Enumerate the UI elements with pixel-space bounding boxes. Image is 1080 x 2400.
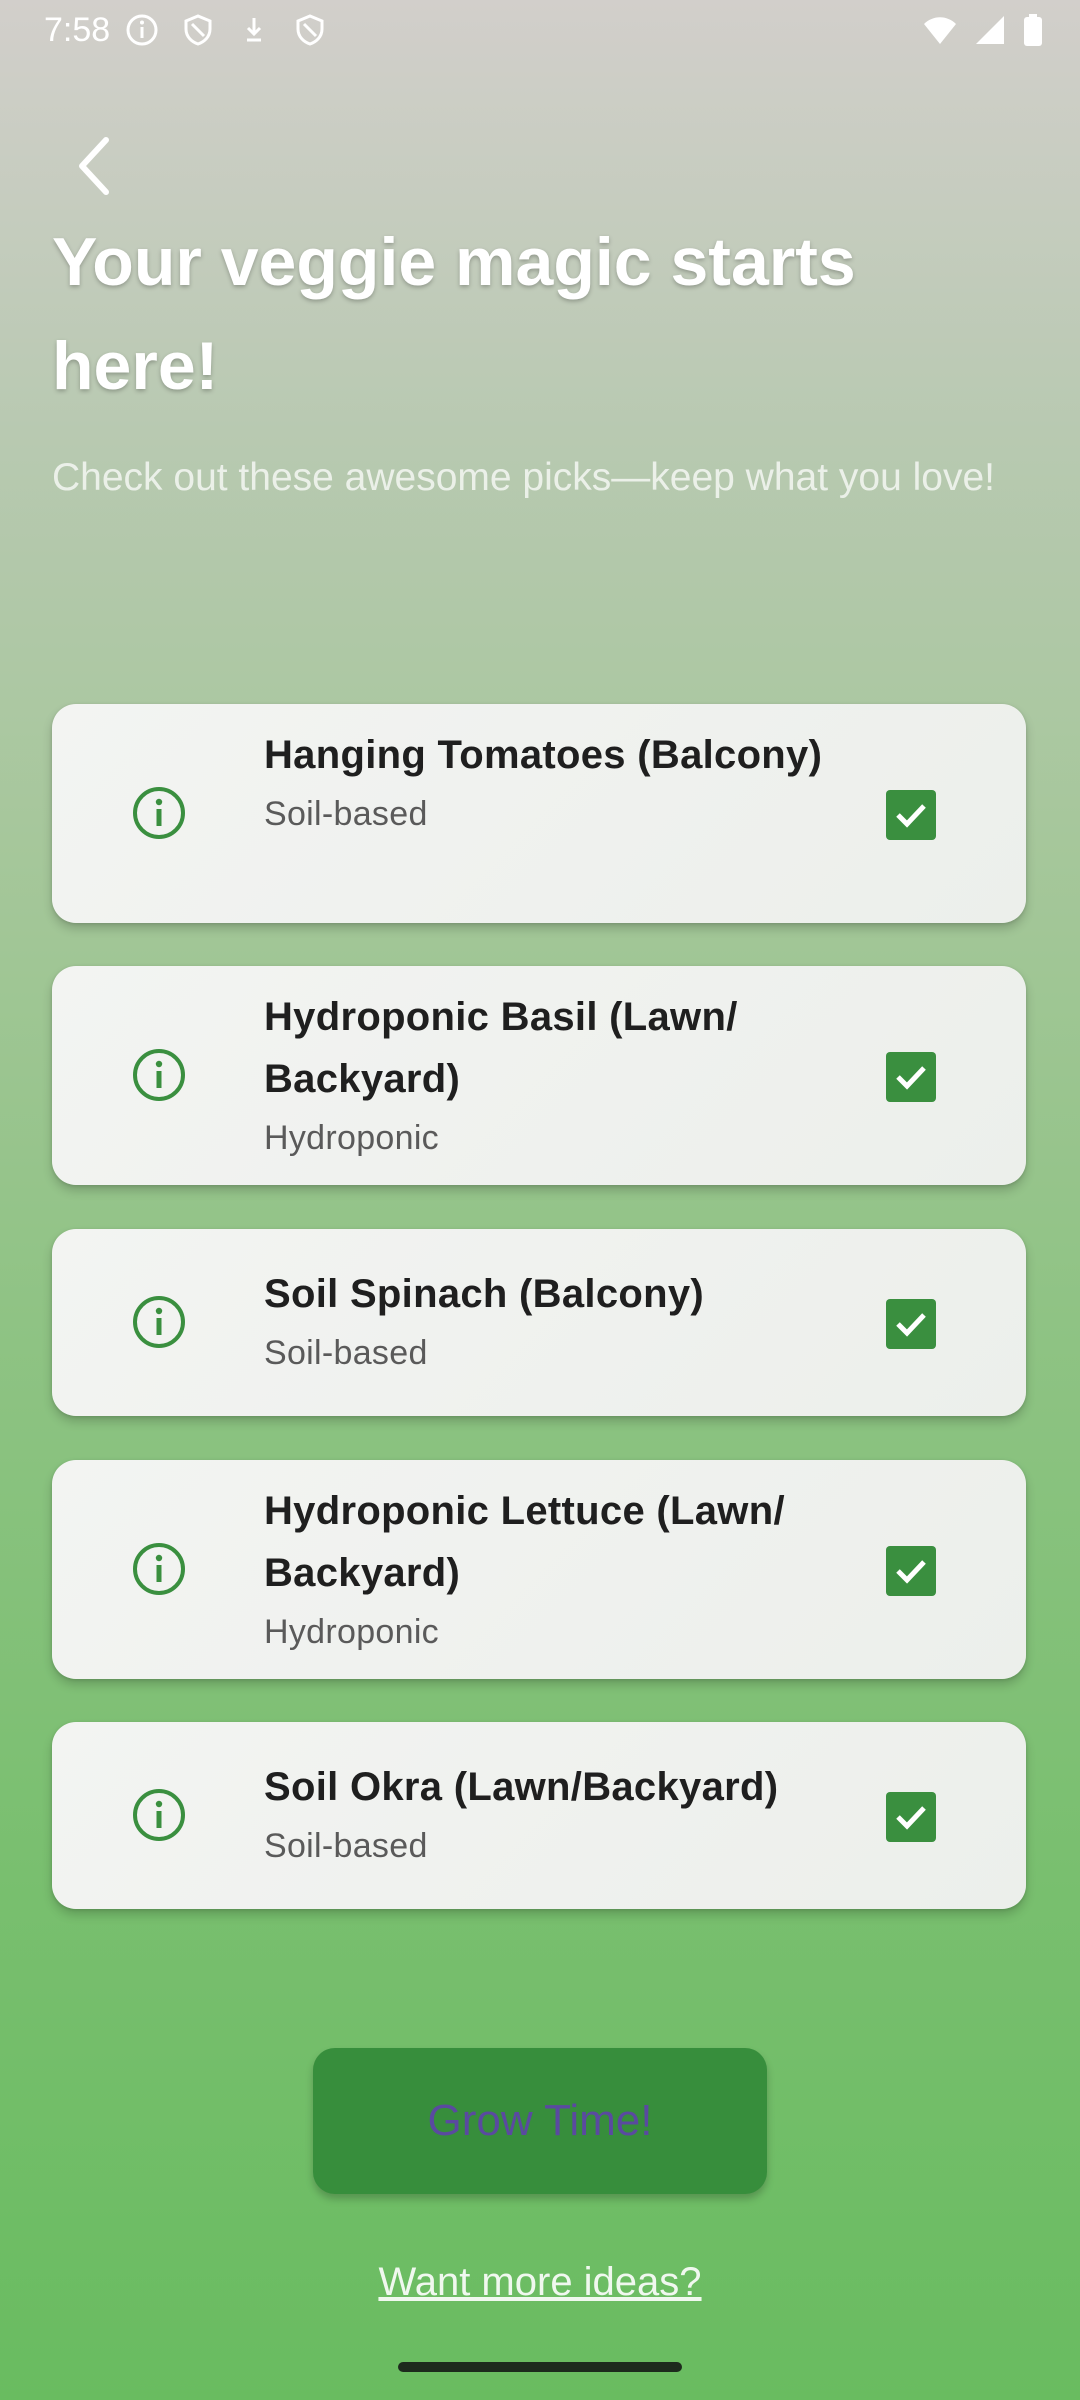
info-icon[interactable] — [130, 1046, 188, 1104]
home-indicator[interactable] — [398, 2362, 682, 2372]
plant-type: Hydroponic — [264, 1613, 439, 1651]
plant-card: Hydroponic Basil (Lawn/ Backyard) Hydrop… — [52, 966, 1026, 1185]
info-icon[interactable] — [130, 784, 188, 842]
wifi-icon — [922, 12, 958, 48]
info-icon[interactable] — [130, 1293, 188, 1351]
grow-time-button[interactable]: Grow Time! — [313, 2048, 767, 2194]
download-icon — [236, 12, 272, 48]
status-time: 7:58 — [44, 11, 111, 49]
plant-name: Hanging Tomatoes (Balcony) — [264, 733, 823, 777]
plant-checkbox[interactable] — [886, 1299, 936, 1349]
signal-icon — [972, 12, 1008, 48]
plant-checkbox[interactable] — [886, 1546, 936, 1596]
check-icon — [896, 804, 926, 828]
back-button[interactable] — [60, 130, 132, 202]
info-icon[interactable] — [130, 1786, 188, 1844]
plant-card: Soil Spinach (Balcony) Soil-based — [52, 1229, 1026, 1416]
plant-type: Soil-based — [264, 1827, 428, 1865]
check-icon — [896, 1806, 926, 1830]
plant-checkbox[interactable] — [886, 1052, 936, 1102]
page-title: Your veggie magic starts here! — [52, 224, 856, 404]
plant-type: Soil-based — [264, 795, 428, 833]
plant-name: Hydroponic Lettuce (Lawn/ Backyard) — [264, 1489, 785, 1595]
notification-icons — [124, 12, 328, 48]
plant-checkbox[interactable] — [886, 1792, 936, 1842]
chevron-left-icon — [79, 137, 109, 195]
plant-name: Hydroponic Basil (Lawn/ Backyard) — [264, 995, 738, 1101]
status-bar: 7:58 — [0, 0, 1080, 64]
page-subtitle: Check out these awesome picks—keep what … — [52, 456, 995, 499]
check-icon — [896, 1313, 926, 1337]
battery-icon — [1022, 12, 1044, 48]
info-icon — [124, 12, 160, 48]
plant-name: Soil Okra (Lawn/Backyard) — [264, 1765, 779, 1809]
more-ideas-link[interactable]: Want more ideas? — [0, 2252, 1080, 2312]
check-icon — [896, 1066, 926, 1090]
plant-name: Soil Spinach (Balcony) — [264, 1272, 704, 1316]
plant-type: Hydroponic — [264, 1119, 439, 1157]
plant-card: Hanging Tomatoes (Balcony) Soil-based — [52, 704, 1026, 923]
check-icon — [896, 1560, 926, 1584]
shield-icon — [180, 12, 216, 48]
plant-card: Hydroponic Lettuce (Lawn/ Backyard) Hydr… — [52, 1460, 1026, 1679]
system-icons — [922, 12, 1044, 48]
plant-card: Soil Okra (Lawn/Backyard) Soil-based — [52, 1722, 1026, 1909]
info-icon[interactable] — [130, 1540, 188, 1598]
plant-type: Soil-based — [264, 1334, 428, 1372]
plant-checkbox[interactable] — [886, 790, 936, 840]
shield-icon — [292, 12, 328, 48]
